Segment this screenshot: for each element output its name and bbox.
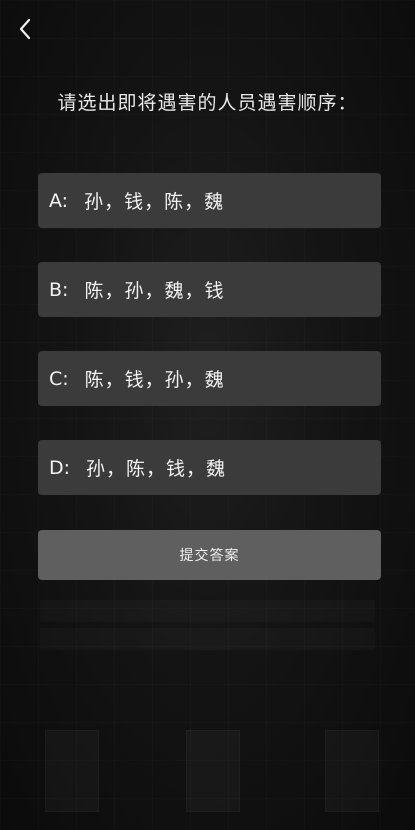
background-texture <box>0 0 415 830</box>
background-decoration <box>186 730 240 812</box>
option-letter: C: <box>49 367 69 390</box>
option-b-button[interactable]: B: 陈，孙，魏，钱 <box>38 262 381 317</box>
option-text: 陈，孙，魏，钱 <box>84 280 225 302</box>
option-text: 孙，钱，陈，魏 <box>84 191 225 213</box>
submit-answer-button[interactable]: 提交答案 <box>38 530 381 580</box>
background-decoration <box>325 730 379 812</box>
option-letter: D: <box>49 456 71 479</box>
chevron-left-icon <box>19 18 31 40</box>
screen: 请选出即将遇害的人员遇害顺序： A: 孙，钱，陈，魏 B: 陈，孙，魏，钱 C:… <box>0 0 415 830</box>
background-decoration <box>40 628 375 650</box>
background-decoration <box>45 730 99 812</box>
option-d-button[interactable]: D: 孙，陈，钱，魏 <box>38 440 381 495</box>
option-letter: B: <box>49 278 69 301</box>
option-text: 陈，钱，孙，魏 <box>84 369 225 391</box>
back-button[interactable] <box>10 12 40 46</box>
background-decoration <box>40 600 375 622</box>
option-text: 孙，陈，钱，魏 <box>86 458 227 480</box>
option-a-button[interactable]: A: 孙，钱，陈，魏 <box>38 173 381 228</box>
question-title: 请选出即将遇害的人员遇害顺序： <box>57 92 358 114</box>
option-letter: A: <box>49 189 69 212</box>
option-c-button[interactable]: C: 陈，钱，孙，魏 <box>38 351 381 406</box>
